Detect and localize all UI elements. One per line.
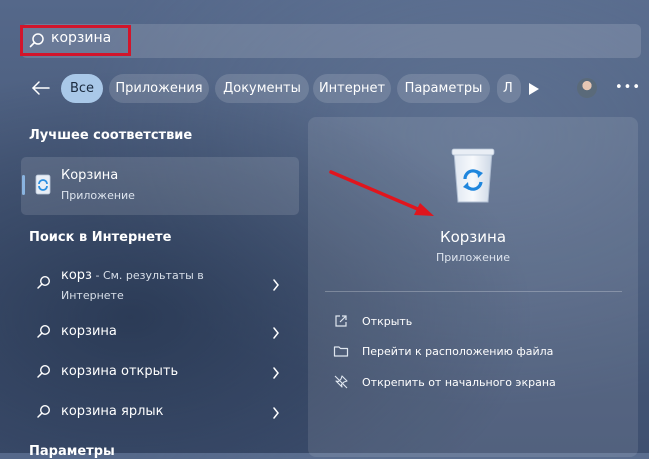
action-open[interactable]: Открыть <box>362 315 412 328</box>
tab-settings[interactable]: Параметры <box>397 74 490 103</box>
action-unpin-from-start[interactable]: Открепить от начального экрана <box>362 376 556 389</box>
search-icon <box>37 404 51 418</box>
action-open-file-location[interactable]: Перейти к расположению файла <box>362 345 553 358</box>
tab-more-truncated[interactable]: Л <box>497 74 521 103</box>
tab-apps[interactable]: Приложения <box>109 74 209 103</box>
recycle-bin-icon <box>35 174 51 195</box>
tab-all[interactable]: Все <box>61 74 103 103</box>
folder-icon <box>333 346 349 357</box>
back-arrow-icon[interactable] <box>30 77 52 99</box>
web-result-second-line: Интернете <box>61 289 124 302</box>
divider <box>325 291 622 292</box>
detail-subtitle: Приложение <box>436 251 510 264</box>
chevron-right-icon <box>273 367 279 379</box>
search-highlight-box <box>20 25 131 56</box>
best-match-type: Приложение <box>61 189 135 202</box>
annotation-arrow-icon <box>329 170 434 216</box>
recycle-bin-icon <box>451 148 495 203</box>
unpin-icon <box>334 375 348 389</box>
settings-heading: Параметры <box>29 444 115 459</box>
tab-internet[interactable]: Интернет <box>313 74 391 103</box>
web-search-heading: Поиск в Интернете <box>29 230 172 245</box>
best-match-name: Корзина <box>61 168 119 183</box>
chevron-right-icon <box>273 407 279 419</box>
web-result-term: корзина ярлык <box>61 404 164 419</box>
detail-title: Корзина <box>439 228 507 246</box>
search-icon <box>37 324 51 338</box>
tab-documents[interactable]: Документы <box>215 74 309 103</box>
web-result-term: корзина открыть <box>61 364 179 379</box>
search-icon <box>37 364 51 378</box>
chevron-right-icon <box>273 327 279 339</box>
web-result-suffix: - См. результаты в <box>91 269 204 282</box>
web-result-term: корз <box>61 268 92 283</box>
avatar[interactable] <box>577 78 597 98</box>
best-match-item[interactable] <box>21 157 299 215</box>
open-external-icon <box>335 315 347 327</box>
selection-indicator <box>22 175 25 195</box>
play-icon[interactable] <box>528 82 540 96</box>
chevron-right-icon <box>273 279 279 291</box>
more-options-icon[interactable]: ••• <box>615 81 641 94</box>
search-icon <box>37 275 51 289</box>
best-match-heading: Лучшее соответствие <box>29 128 193 143</box>
web-result-term: корзина <box>61 324 117 339</box>
web-result-label: корз - См. результаты в <box>61 268 204 283</box>
